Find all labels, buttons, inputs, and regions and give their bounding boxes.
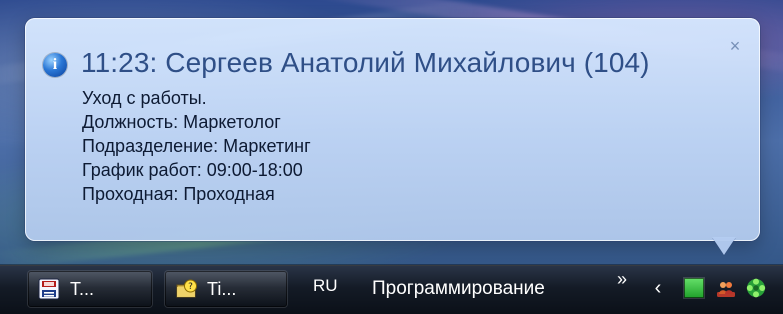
balloon-tail bbox=[712, 237, 736, 255]
notification-details: Уход с работы. Должность: Маркетолог Под… bbox=[82, 86, 311, 206]
toolbar-label[interactable]: Программирование bbox=[372, 278, 545, 300]
floppy-app-icon bbox=[38, 278, 60, 300]
notification-balloon[interactable]: i 11:23: Сергеев Анатолий Михайлович (10… bbox=[25, 18, 760, 241]
taskbar-button-label: Ti... bbox=[207, 279, 237, 299]
people-tray-icon[interactable] bbox=[716, 278, 736, 298]
taskbar-button-label: T... bbox=[70, 279, 95, 299]
toolbar-overflow-chevron-icon[interactable]: » bbox=[617, 269, 627, 289]
notification-title: 11:23: Сергеев Анатолий Михайлович (104) bbox=[81, 47, 650, 78]
green-flower-tray-icon[interactable] bbox=[746, 278, 766, 298]
taskbar-button[interactable]: T... bbox=[28, 271, 152, 307]
taskbar-button[interactable]: ? Ti... bbox=[165, 271, 287, 307]
svg-text:?: ? bbox=[188, 282, 193, 292]
close-button[interactable]: × bbox=[725, 36, 745, 56]
info-icon: i bbox=[43, 53, 67, 77]
detail-line: График работ: 09:00-18:00 bbox=[82, 160, 303, 180]
language-indicator[interactable]: RU bbox=[313, 276, 338, 296]
green-square-tray-icon[interactable] bbox=[684, 278, 704, 298]
show-hidden-icons-chevron-icon[interactable]: ‹ bbox=[651, 278, 665, 298]
detail-line: Уход с работы. bbox=[82, 88, 207, 108]
folder-help-app-icon: ? bbox=[176, 279, 197, 298]
detail-line: Подразделение: Маркетинг bbox=[82, 136, 311, 156]
detail-line: Проходная: Проходная bbox=[82, 184, 275, 204]
detail-line: Должность: Маркетолог bbox=[82, 112, 281, 132]
